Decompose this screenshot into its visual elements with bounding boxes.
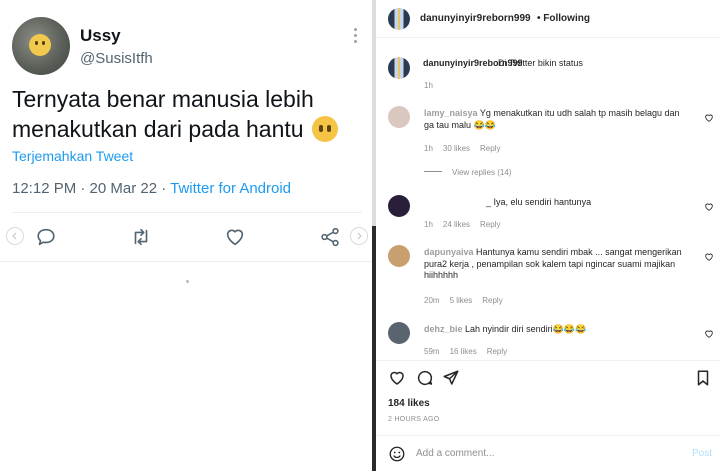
comment-likes[interactable]: 5 likes <box>450 296 473 305</box>
comment-avatar[interactable] <box>388 245 410 267</box>
caption-text: Di Twitter bikin status <box>498 58 583 68</box>
surprised-face-emoji-icon <box>311 116 338 142</box>
dot <box>186 280 189 283</box>
reply-icon[interactable] <box>31 222 61 252</box>
header-username[interactable]: danunyinyir9reborn999 <box>420 13 531 24</box>
comment-likes[interactable]: 24 likes <box>443 220 470 229</box>
comment-bubble-icon[interactable] <box>416 369 434 387</box>
reply-button[interactable]: Reply <box>480 144 500 153</box>
retweet-icon[interactable] <box>126 222 156 252</box>
tweet-display-name[interactable]: Ussy <box>80 26 121 46</box>
comment-meta: 20m 5 likes Reply <box>424 296 503 305</box>
emoji-smiley-icon[interactable] <box>388 445 406 463</box>
next-arrow-icon[interactable] <box>350 227 368 245</box>
reply-button[interactable]: Reply <box>480 220 500 229</box>
comment-meta: 59m 16 likes Reply <box>424 347 508 356</box>
comment-likes[interactable]: 30 likes <box>443 144 470 153</box>
comment-like-icon[interactable] <box>704 113 714 123</box>
comment-like-icon[interactable] <box>704 329 714 339</box>
like-heart-icon[interactable] <box>388 369 406 387</box>
share-paper-plane-icon[interactable] <box>442 369 460 387</box>
post-button[interactable]: Post <box>692 448 712 459</box>
comment-text: dehz_bie Lah nyindir diri sendiri😂😂😂 <box>424 324 587 334</box>
view-replies-button[interactable]: View replies (14) <box>424 168 511 177</box>
comment-username[interactable]: dapunyaiva <box>424 247 474 257</box>
divider <box>12 212 362 213</box>
add-comment-row: Post <box>376 435 720 471</box>
tweet-screenshot-pane: Ussy @SusisItfh Ternyata benar manusia l… <box>0 0 372 471</box>
comment-username[interactable]: dehz_bie <box>424 324 463 334</box>
tweet-text: Ternyata benar manusia lebih menakutkan … <box>12 84 362 144</box>
add-comment-input[interactable] <box>416 448 666 459</box>
comment-text: _ Iya, elu sendiri hantunya <box>486 197 592 207</box>
caption-avatar[interactable] <box>388 57 410 79</box>
reply-button[interactable]: Reply <box>482 296 502 305</box>
share-icon[interactable] <box>315 222 345 252</box>
comment-avatar[interactable] <box>388 195 410 217</box>
tweet-actions <box>0 222 372 252</box>
instagram-comments-pane: danunyinyir9reborn999 • Following danuny… <box>376 0 720 471</box>
comment-like-icon[interactable] <box>704 252 714 262</box>
comment-like-icon[interactable] <box>704 202 714 212</box>
like-icon[interactable] <box>220 222 250 252</box>
comment-avatar[interactable] <box>388 106 410 128</box>
comment-likes[interactable]: 16 likes <box>450 347 477 356</box>
comment-username[interactable]: lamy_naisya <box>424 108 478 118</box>
tweet-timestamp: 12:12 PM · 20 Mar 22 · <box>12 180 171 197</box>
more-options-icon[interactable] <box>350 28 360 44</box>
caption-time: 1h <box>424 81 433 90</box>
comment-text: lamy_naisya Yg menakutkan itu udh salah … <box>424 108 680 130</box>
tweet-card: Ussy @SusisItfh Ternyata benar manusia l… <box>0 0 372 262</box>
post-actions: 184 likes 2 HOURS AGO Post <box>376 360 720 471</box>
bookmark-icon[interactable] <box>694 369 712 387</box>
prev-arrow-icon[interactable] <box>6 227 24 245</box>
tweet-meta: 12:12 PM · 20 Mar 22 · Twitter for Andro… <box>12 180 291 197</box>
comment-meta: 1h 24 likes Reply <box>424 220 501 229</box>
translate-tweet-link[interactable]: Terjemahkan Tweet <box>12 148 133 164</box>
tweet-avatar[interactable] <box>12 17 70 75</box>
post-time: 2 HOURS AGO <box>388 416 440 423</box>
header-avatar[interactable] <box>388 8 410 30</box>
reply-button[interactable]: Reply <box>487 347 507 356</box>
tweet-handle[interactable]: @SusisItfh <box>80 50 153 67</box>
following-label[interactable]: • Following <box>537 13 590 24</box>
comment-meta: 1h 30 likes Reply <box>424 144 501 153</box>
post-header: danunyinyir9reborn999 • Following <box>376 0 720 38</box>
comment-avatar[interactable] <box>388 322 410 344</box>
tweet-source-link[interactable]: Twitter for Android <box>170 180 291 197</box>
comment-text: dapunyaiva Hantunya kamu sendiri mbak ..… <box>424 247 682 280</box>
likes-count[interactable]: 184 likes <box>388 398 430 409</box>
